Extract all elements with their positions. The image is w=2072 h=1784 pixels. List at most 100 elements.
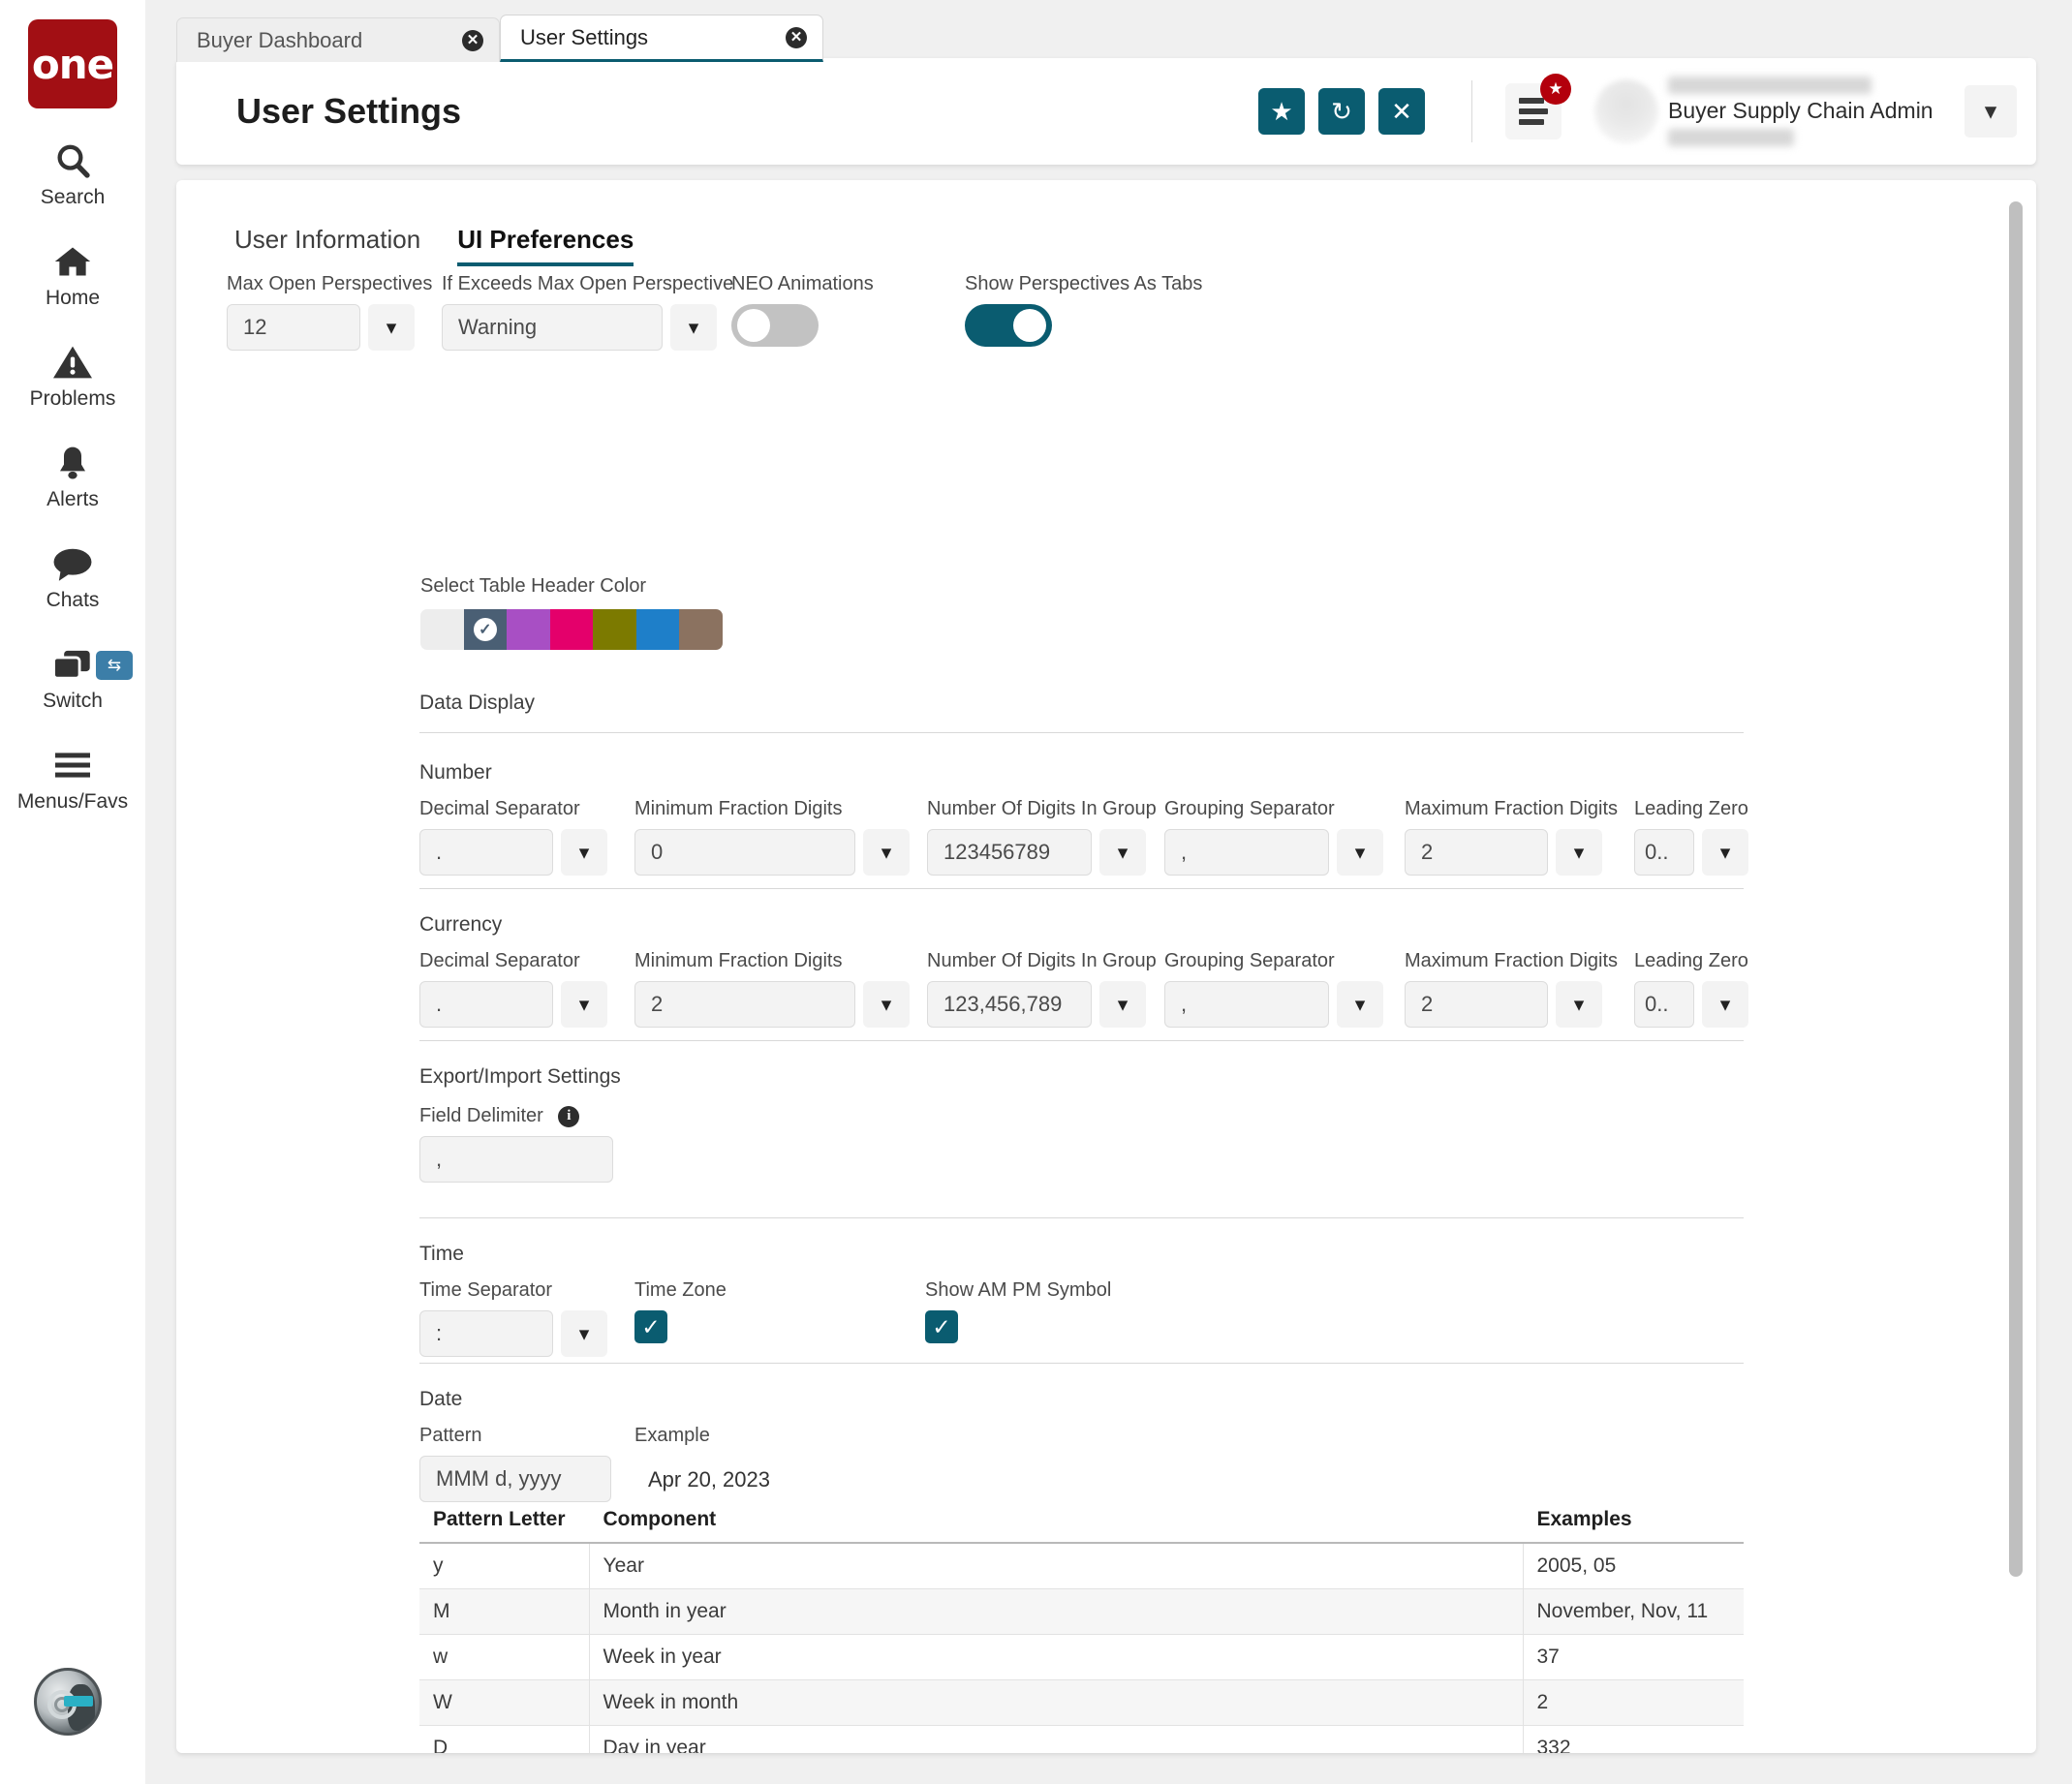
panel-scrollbar-track[interactable] (2009, 188, 2030, 1745)
close-button[interactable]: ✕ (1378, 88, 1425, 135)
currency-max-fraction-digits-dropdown[interactable]: ▾ (1556, 981, 1602, 1028)
perspective-tab-buyer-dashboard[interactable]: Buyer Dashboard ✕ (176, 17, 500, 62)
swatch-slate[interactable]: ✓ (463, 609, 508, 650)
sidebar-item-alerts[interactable]: Alerts (0, 440, 145, 511)
field-currency-min-fraction-digits: Minimum Fraction Digits ▾ (634, 950, 910, 1028)
currency-grouping-separator-input[interactable] (1164, 981, 1329, 1028)
tab-user-information[interactable]: User Information (234, 225, 420, 266)
refresh-button[interactable]: ↻ (1318, 88, 1365, 135)
user-info-block[interactable]: Buyer Supply Chain Admin (1668, 77, 1949, 146)
chevron-down-icon: ▾ (1354, 993, 1366, 1016)
currency-leading-zero-dropdown[interactable]: ▾ (1702, 981, 1748, 1028)
field-delimiter-input[interactable] (419, 1136, 613, 1183)
show-perspectives-as-tabs-toggle[interactable] (965, 304, 1052, 347)
favorite-button[interactable]: ★ (1258, 88, 1305, 135)
menu-icon (1519, 98, 1548, 125)
number-leading-zero-input[interactable] (1634, 829, 1694, 876)
swatch-white[interactable] (420, 609, 464, 650)
field-currency-max-fraction-digits: Maximum Fraction Digits ▾ (1405, 950, 1618, 1028)
currency-digits-in-group-dropdown[interactable]: ▾ (1099, 981, 1146, 1028)
number-grouping-separator-dropdown[interactable]: ▾ (1337, 829, 1383, 876)
swatch-olive[interactable] (593, 609, 636, 650)
cell-component: Week in year (589, 1634, 1524, 1680)
close-circle-icon[interactable]: ✕ (786, 26, 807, 48)
label-field-delimiter: Field Delimiter i (419, 1105, 613, 1127)
field-number-leading-zero: Leading Zero ▾ (1634, 798, 1748, 876)
swatch-blue[interactable] (635, 609, 680, 650)
label-number-max-fraction-digits: Maximum Fraction Digits (1405, 798, 1619, 819)
number-digits-in-group-input[interactable] (927, 829, 1092, 876)
label-show-am-pm-symbol: Show AM PM Symbol (925, 1279, 1112, 1301)
number-grouping-separator-input[interactable] (1164, 829, 1329, 876)
label-neo-animations: NEO Animations (731, 273, 874, 294)
number-max-fraction-digits-dropdown[interactable]: ▾ (1556, 829, 1602, 876)
number-leading-zero-dropdown[interactable]: ▾ (1702, 829, 1748, 876)
show-am-pm-checkbox[interactable]: ✓ (925, 1310, 958, 1343)
label-time-separator: Time Separator (419, 1279, 553, 1301)
time-separator-dropdown[interactable]: ▾ (561, 1310, 607, 1357)
sidebar-item-switch[interactable]: Switch ⇆ (0, 641, 145, 713)
currency-min-fraction-digits-input[interactable] (634, 981, 855, 1028)
currency-min-fraction-digits-dropdown[interactable]: ▾ (863, 981, 910, 1028)
label-field-delimiter-text: Field Delimiter (419, 1105, 543, 1126)
max-open-perspectives-dropdown[interactable]: ▾ (368, 304, 415, 351)
cell-pattern-letter: D (419, 1725, 590, 1753)
currency-decimal-separator-input[interactable] (419, 981, 553, 1028)
sidebar-label-problems: Problems (29, 387, 116, 410)
cell-component: Month in year (589, 1588, 1524, 1635)
currency-decimal-separator-dropdown[interactable]: ▾ (561, 981, 607, 1028)
chevron-down-icon[interactable]: ▾ (1964, 85, 2017, 138)
table-row: M Month in year November, Nov, 11 (419, 1588, 1744, 1635)
sidebar-item-menus-favs[interactable]: Menus/Favs (0, 742, 145, 814)
date-example-value: Apr 20, 2023 (648, 1467, 770, 1492)
sidebar-item-home[interactable]: Home (0, 238, 145, 310)
number-min-fraction-digits-dropdown[interactable]: ▾ (863, 829, 910, 876)
max-open-perspectives-input[interactable] (227, 304, 360, 351)
field-currency-decimal-separator: Decimal Separator ▾ (419, 950, 607, 1028)
cell-examples: November, Nov, 11 (1523, 1588, 1744, 1635)
tab-ui-preferences[interactable]: UI Preferences (457, 225, 634, 266)
number-digits-in-group-dropdown[interactable]: ▾ (1099, 829, 1146, 876)
currency-grouping-separator-dropdown[interactable]: ▾ (1337, 981, 1383, 1028)
time-zone-checkbox[interactable]: ✓ (634, 1310, 667, 1343)
divider-export-import (419, 1217, 1744, 1218)
currency-max-fraction-digits-input[interactable] (1405, 981, 1548, 1028)
refresh-icon: ↻ (1331, 96, 1352, 126)
swatch-magenta[interactable] (549, 609, 594, 650)
info-icon[interactable]: i (558, 1105, 580, 1127)
sidebar-item-search[interactable]: Search (0, 138, 145, 209)
field-currency-leading-zero: Leading Zero ▾ (1634, 950, 1748, 1028)
field-number-min-fraction-digits: Minimum Fraction Digits ▾ (634, 798, 910, 876)
panel-scrollbar-thumb[interactable] (2009, 201, 2023, 1577)
number-decimal-separator-input[interactable] (419, 829, 553, 876)
cell-component: Day in year (589, 1725, 1524, 1753)
time-separator-input[interactable] (419, 1310, 553, 1357)
left-sidebar: one Search Home Problems Alerts Chats Sw… (0, 0, 145, 1784)
ai-robot-head-icon[interactable] (34, 1668, 102, 1736)
table-row: y Year 2005, 05 (419, 1543, 1744, 1589)
perspective-tab-user-settings[interactable]: User Settings ✕ (500, 15, 823, 62)
if-exceeds-dropdown[interactable]: ▾ (670, 304, 717, 351)
chevron-down-icon: ▾ (881, 841, 892, 864)
chevron-down-icon: ▾ (1719, 993, 1731, 1016)
tab-label: Buyer Dashboard (197, 27, 363, 52)
swap-arrows-icon[interactable]: ⇆ (96, 651, 133, 680)
chevron-down-icon: ▾ (578, 841, 590, 864)
sidebar-item-problems[interactable]: Problems (0, 339, 145, 411)
number-min-fraction-digits-input[interactable] (634, 829, 855, 876)
currency-digits-in-group-input[interactable] (927, 981, 1092, 1028)
close-circle-icon[interactable]: ✕ (462, 29, 483, 51)
swatch-purple[interactable] (507, 609, 550, 650)
chevron-down-icon: ▾ (1573, 993, 1585, 1016)
neo-animations-toggle[interactable] (731, 304, 819, 347)
number-max-fraction-digits-input[interactable] (1405, 829, 1548, 876)
tab-label: User Settings (520, 24, 649, 49)
sidebar-item-chats[interactable]: Chats (0, 540, 145, 612)
label-currency-grouping-separator: Grouping Separator (1164, 950, 1335, 971)
number-decimal-separator-dropdown[interactable]: ▾ (561, 829, 607, 876)
swatch-brown[interactable] (679, 609, 723, 650)
menus-favorites-button[interactable]: ★ (1505, 74, 1571, 139)
if-exceeds-input[interactable] (442, 304, 663, 351)
date-pattern-input[interactable] (419, 1456, 611, 1502)
currency-leading-zero-input[interactable] (1634, 981, 1694, 1028)
